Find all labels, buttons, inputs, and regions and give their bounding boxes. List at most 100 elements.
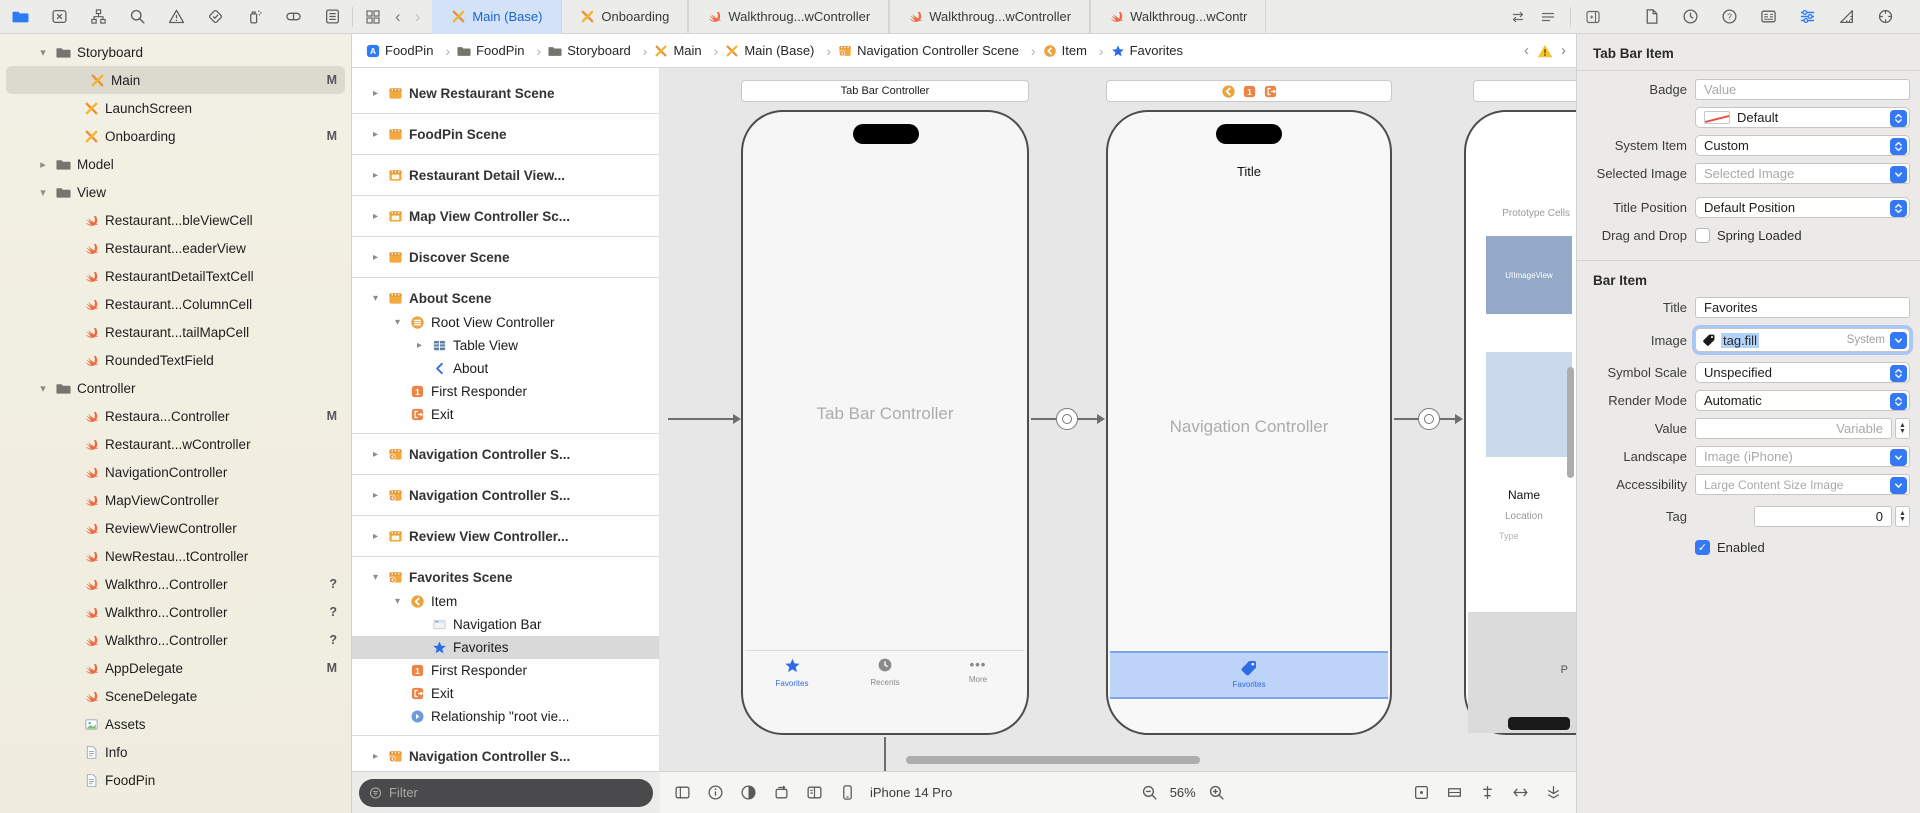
file-row[interactable]: LaunchScreen <box>0 94 351 122</box>
breadcrumb-item[interactable]: FoodPin <box>457 43 548 59</box>
tab-overview-icon[interactable] <box>365 9 381 25</box>
zoom-level[interactable]: 56% <box>1170 785 1196 800</box>
code-review-icon[interactable] <box>1510 9 1526 25</box>
file-row[interactable]: RoundedTextField <box>0 346 351 374</box>
adjust-editor-icon[interactable] <box>1540 9 1556 25</box>
file-row[interactable]: Restaurant...eaderView <box>0 234 351 262</box>
file-row[interactable]: Info <box>0 738 351 766</box>
table-view-controller-scene[interactable]: Prototype Cells UIImageView Name Locatio… <box>1464 110 1576 735</box>
selected-image-field[interactable]: Selected Image <box>1695 163 1910 184</box>
badge-appearance-popup[interactable]: Default <box>1695 107 1910 128</box>
image-placeholder[interactable] <box>1486 352 1572 457</box>
outline-row[interactable]: Exit <box>352 682 659 705</box>
tabbar-item-recents[interactable]: Recents <box>840 657 930 687</box>
breadcrumb-item[interactable]: Main <box>654 43 725 59</box>
source-control-navigator-icon[interactable] <box>51 8 68 25</box>
disclosure-chevron-icon[interactable]: ▸ <box>36 158 50 171</box>
report-navigator-icon[interactable] <box>324 8 341 25</box>
file-row[interactable]: MapViewController <box>0 486 351 514</box>
stepper-control[interactable]: ▲ ▼ <box>1895 506 1910 527</box>
file-row[interactable]: NewRestau...tController <box>0 542 351 570</box>
update-frames-icon[interactable] <box>1413 784 1430 801</box>
info-icon[interactable] <box>707 784 724 801</box>
outline-row[interactable]: First Responder <box>352 659 659 682</box>
file-row[interactable]: Assets <box>0 710 351 738</box>
zoom-out-icon[interactable] <box>1141 784 1158 801</box>
appearance-toggle-icon[interactable] <box>740 784 757 801</box>
add-constraints-icon[interactable] <box>1512 784 1529 801</box>
breadcrumb-item[interactable]: Storyboard <box>548 43 654 59</box>
enabled-checkbox[interactable]: ✓ <box>1695 540 1710 555</box>
back-button[interactable]: ‹ <box>395 8 401 25</box>
connections-inspector-icon[interactable] <box>1877 8 1894 25</box>
render-mode-popup[interactable]: Automatic <box>1695 390 1910 411</box>
outline-row[interactable]: ▸ Discover Scene <box>352 244 659 270</box>
title-position-popup[interactable]: Default Position <box>1695 197 1910 218</box>
file-row[interactable]: Restaurant...ColumnCell <box>0 290 351 318</box>
history-inspector-icon[interactable] <box>1682 8 1699 25</box>
file-row[interactable]: FoodPin <box>0 766 351 794</box>
split-view-icon[interactable] <box>806 784 823 801</box>
outline-row[interactable]: ▸ Map View Controller Sc... <box>352 203 659 229</box>
test-navigator-icon[interactable] <box>207 8 224 25</box>
storyboard-canvas[interactable]: Tab Bar Controller Tab Bar Controller Fa… <box>660 68 1576 771</box>
file-row[interactable]: NavigationController <box>0 458 351 486</box>
file-row[interactable]: Restaura...Controller M <box>0 402 351 430</box>
outline-toggle-icon[interactable] <box>674 784 691 801</box>
editor-tab[interactable]: Onboarding <box>561 0 689 34</box>
outline-row[interactable]: ▸ Restaurant Detail View... <box>352 162 659 188</box>
stepper-control[interactable]: ▲ ▼ <box>1895 418 1910 439</box>
file-row[interactable]: AppDelegate M <box>0 654 351 682</box>
back-item-icon[interactable] <box>1221 84 1236 99</box>
disclosure-chevron-icon[interactable]: ▸ <box>369 170 382 181</box>
disclosure-chevron-icon[interactable]: ▾ <box>391 317 404 328</box>
scene2-dock[interactable] <box>1106 80 1392 102</box>
outline-row[interactable]: ▸ Table View <box>352 334 659 357</box>
exit-icon[interactable] <box>1263 84 1278 99</box>
forward-button[interactable]: › <box>415 8 421 25</box>
disclosure-chevron-icon[interactable]: ▾ <box>369 293 382 304</box>
vertical-scrollbar[interactable] <box>1567 367 1574 478</box>
disclosure-chevron-icon[interactable]: ▸ <box>369 751 382 762</box>
next-issue-button[interactable]: › <box>1561 42 1566 59</box>
scene1-title-bar[interactable]: Tab Bar Controller <box>741 80 1029 102</box>
file-row[interactable]: Walkthro...Controller ? <box>0 598 351 626</box>
outline-row[interactable]: ▾ Item <box>352 590 659 613</box>
relationship-segue-badge[interactable] <box>1056 408 1078 430</box>
badge-field[interactable]: Value <box>1695 79 1910 100</box>
outline-row[interactable]: ▾ About Scene <box>352 285 659 311</box>
tag-field[interactable]: 0 <box>1754 506 1892 527</box>
outline-row[interactable]: ▾ Favorites Scene <box>352 564 659 590</box>
align-icon[interactable] <box>1479 784 1496 801</box>
outline-row[interactable]: Relationship "root vie... <box>352 705 659 728</box>
outline-row[interactable]: ▸ Navigation Controller S... <box>352 482 659 508</box>
outline-filter-field[interactable] <box>359 778 653 807</box>
file-row[interactable]: Restaurant...wController <box>0 430 351 458</box>
editor-tab[interactable]: Walkthroug...wContr <box>1090 0 1267 34</box>
find-navigator-icon[interactable] <box>129 8 146 25</box>
attributes-inspector-icon[interactable] <box>1799 8 1816 25</box>
issue-navigator-icon[interactable] <box>168 8 185 25</box>
uiimageview-placeholder[interactable]: UIImageView <box>1486 236 1572 314</box>
disclosure-chevron-icon[interactable]: ▾ <box>36 382 50 395</box>
outline-row[interactable]: ▾ Root View Controller <box>352 311 659 334</box>
breadcrumb-item[interactable]: Item <box>1043 43 1111 59</box>
outline-row[interactable]: Favorites <box>352 636 659 659</box>
disclosure-chevron-icon[interactable]: ▸ <box>369 211 382 222</box>
outline-row[interactable]: About <box>352 357 659 380</box>
disclosure-chevron-icon[interactable]: ▸ <box>369 88 382 99</box>
breadcrumb-item[interactable]: Navigation Controller Scene <box>838 43 1043 59</box>
device-icon[interactable] <box>839 784 856 801</box>
file-row[interactable]: ▾ Storyboard <box>0 38 351 66</box>
file-row[interactable]: Restaurant...bleViewCell <box>0 206 351 234</box>
editor-tab[interactable]: Walkthroug...wController <box>889 0 1091 34</box>
disclosure-chevron-icon[interactable]: ▾ <box>36 186 50 199</box>
disclosure-chevron-icon[interactable]: ▾ <box>369 572 382 583</box>
disclosure-chevron-icon[interactable]: ▾ <box>391 596 404 607</box>
file-row[interactable]: Walkthro...Controller ? <box>0 570 351 598</box>
file-row[interactable]: Restaurant...tailMapCell <box>0 318 351 346</box>
editor-tab[interactable]: Walkthroug...wController <box>688 0 890 34</box>
outline-row[interactable]: First Responder <box>352 380 659 403</box>
title-field[interactable]: Favorites <box>1695 297 1910 318</box>
file-row[interactable]: ▸ Model <box>0 150 351 178</box>
